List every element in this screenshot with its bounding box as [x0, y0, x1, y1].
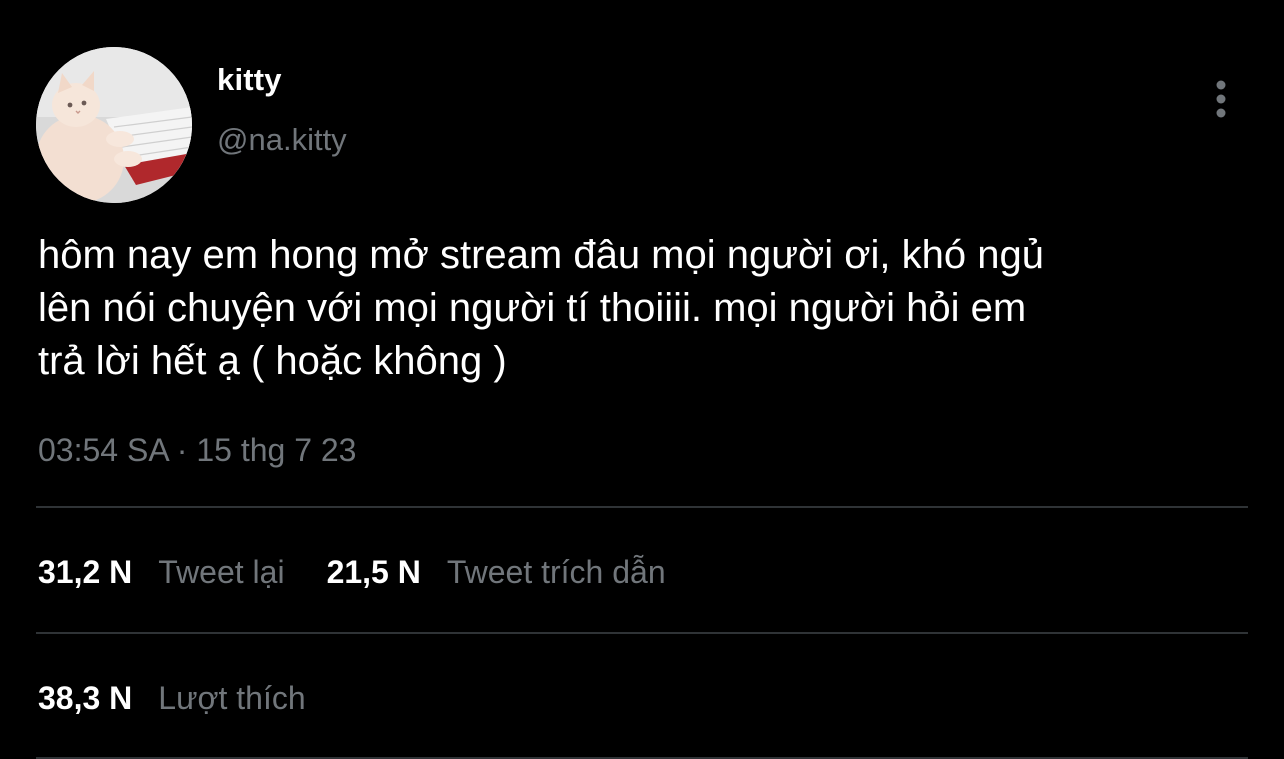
tweet-date: 15 thg 7 23	[196, 432, 357, 468]
retweets-stat[interactable]: 31,2 N Tweet lại	[38, 554, 285, 591]
tweet-text: hôm nay em hong mở stream đâu mọi người …	[38, 233, 1044, 383]
timestamp-separator: ·	[176, 432, 188, 468]
cat-avatar-image	[36, 47, 192, 203]
avatar[interactable]	[36, 47, 192, 203]
engagement-stats-row: 31,2 N Tweet lại 21,5 N Tweet trích dẫn	[38, 547, 708, 597]
username-handle[interactable]: @na.kitty	[217, 122, 347, 158]
tweet-timestamp[interactable]: 03:54 SA · 15 thg 7 23	[38, 432, 356, 469]
likes-stat[interactable]: 38,3 N Lượt thích	[38, 680, 306, 717]
likes-label: Lượt thích	[158, 679, 306, 716]
retweets-label: Tweet lại	[158, 553, 285, 590]
likes-stats-row: 38,3 N Lượt thích	[38, 673, 348, 723]
retweets-count: 31,2 N	[38, 553, 133, 590]
tweet-time: 03:54 SA	[38, 432, 168, 468]
tweet-detail: kitty @na.kitty hôm nay em hong mở strea…	[0, 0, 1284, 759]
display-name[interactable]: kitty	[217, 62, 282, 98]
divider	[36, 632, 1248, 634]
quote-tweets-count: 21,5 N	[326, 553, 421, 590]
more-options-button[interactable]	[1204, 78, 1238, 120]
divider	[36, 506, 1248, 508]
more-vertical-icon	[1216, 80, 1226, 118]
quote-tweets-label: Tweet trích dẫn	[446, 553, 666, 590]
quote-tweets-stat[interactable]: 21,5 N Tweet trích dẫn	[327, 554, 666, 591]
likes-count: 38,3 N	[38, 679, 133, 716]
